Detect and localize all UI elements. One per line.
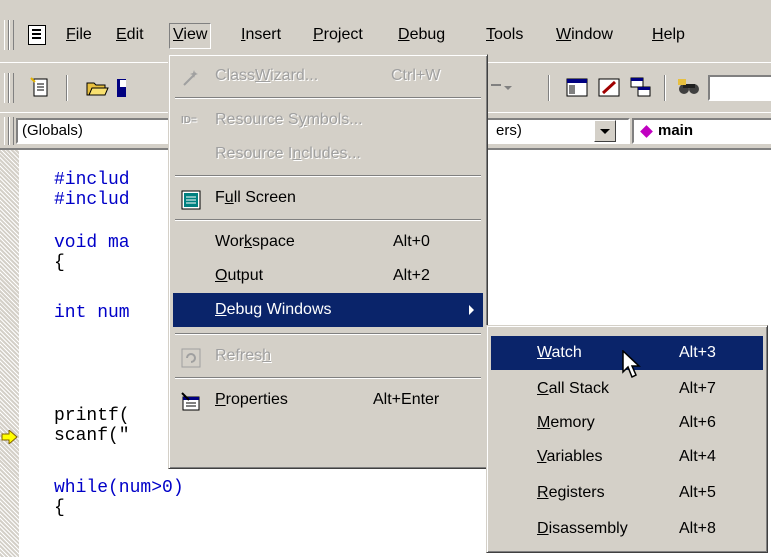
save-icon[interactable] [114, 75, 126, 101]
menu-item-label: Refresh [215, 347, 272, 364]
code-line-7: int num [54, 303, 130, 323]
toolbar-separator-3 [664, 75, 666, 101]
menu-item-output[interactable]: Output Alt+2 [173, 259, 483, 293]
submenu-item-registers[interactable]: Registers Alt+5 [491, 476, 763, 510]
output-window-icon[interactable] [596, 75, 622, 101]
dropdown-arrow-icon[interactable] [490, 75, 516, 101]
menu-item-resource-symbols[interactable]: ID= Resource Symbols... [173, 103, 483, 137]
menu-edit[interactable]: Edit [113, 24, 147, 48]
document-system-icon[interactable] [28, 25, 46, 45]
submenu-item-shortcut: Alt+4 [679, 448, 716, 465]
menu-item-properties[interactable]: Properties Alt+Enter [173, 383, 483, 417]
toolbar-grip-2[interactable] [9, 73, 14, 103]
menu-item-label: Full Screen [215, 189, 296, 206]
function-diamond-icon [640, 125, 653, 138]
classwizard-wand-icon [181, 67, 201, 87]
menu-item-label: Workspace [215, 233, 295, 250]
workspace-window-icon[interactable] [564, 75, 590, 101]
menu-item-shortcut: Alt+2 [393, 267, 430, 284]
menu-debug[interactable]: Debug [395, 24, 448, 48]
resource-id-icon: ID= [181, 115, 197, 126]
submenu-item-label: Watch [537, 344, 582, 361]
code-line-14: while(num>0) [54, 478, 184, 498]
code-line-4: void ma [54, 233, 130, 253]
menu-item-full-screen[interactable]: Full Screen [173, 181, 483, 215]
menu-separator [175, 97, 481, 99]
toolbar-separator [66, 75, 68, 101]
submenu-item-shortcut: Alt+5 [679, 484, 716, 501]
members-dropdown-button[interactable] [594, 120, 616, 142]
menu-help[interactable]: Help [649, 24, 688, 48]
submenu-item-label: Call Stack [537, 380, 610, 397]
menu-project[interactable]: Project [310, 24, 366, 48]
code-line-11: printf( [54, 406, 130, 426]
code-line-2: #includ [54, 190, 130, 210]
editor-gutter[interactable] [0, 150, 19, 557]
menu-item-shortcut: Ctrl+W [391, 67, 441, 84]
submenu-arrow-icon [469, 305, 474, 315]
current-statement-arrow-icon [1, 428, 19, 446]
menu-view[interactable]: View [169, 23, 212, 49]
menu-bar: File Edit View Insert Project Debug Tool… [0, 14, 771, 56]
submenu-item-shortcut: Alt+6 [679, 414, 716, 431]
menu-separator [175, 175, 481, 177]
new-text-file-icon[interactable] [28, 75, 54, 101]
submenu-item-disassembly[interactable]: Disassembly Alt+8 [491, 512, 763, 546]
menu-item-workspace[interactable]: Workspace Alt+0 [173, 225, 483, 259]
menu-insert[interactable]: Insert [238, 24, 284, 48]
menu-item-label: Output [215, 267, 264, 284]
submenu-item-shortcut: Alt+7 [679, 380, 716, 397]
code-line-1: #includ [54, 170, 130, 190]
code-line-12: scanf(" [54, 426, 130, 446]
menu-separator [175, 219, 481, 221]
menu-item-label: Properties [215, 391, 288, 408]
function-combo[interactable]: main [632, 118, 771, 144]
menu-item-shortcut: Alt+Enter [373, 391, 440, 408]
submenu-item-label: Variables [537, 448, 603, 465]
open-folder-icon[interactable] [84, 75, 110, 101]
find-in-files-icon[interactable] [676, 75, 702, 101]
function-combo-value: main [658, 122, 694, 139]
menu-item-label: Resource Symbols... [215, 111, 363, 128]
code-line-15: { [54, 498, 65, 518]
submenu-item-label: Memory [537, 414, 595, 431]
menu-item-label: ClassWizard... [215, 67, 319, 84]
menu-item-shortcut: Alt+0 [393, 233, 430, 250]
properties-icon [181, 391, 201, 411]
wizardbar-grip-2[interactable] [9, 117, 14, 145]
menubar-grip-2[interactable] [9, 20, 14, 50]
mouse-pointer-icon [622, 349, 644, 380]
submenu-item-shortcut: Alt+8 [679, 520, 716, 537]
window-list-icon[interactable] [628, 75, 654, 101]
refresh-icon [181, 347, 201, 368]
code-line-5: { [54, 253, 65, 273]
menu-tools[interactable]: Tools [483, 24, 526, 48]
full-screen-icon [181, 189, 201, 210]
menu-file[interactable]: File [63, 24, 95, 48]
find-combo[interactable] [708, 75, 771, 101]
class-combo-value: (Globals) [22, 122, 83, 139]
members-combo-value: ers) [496, 122, 522, 139]
submenu-item-label: Disassembly [537, 520, 628, 537]
submenu-item-memory[interactable]: Memory Alt+6 [491, 406, 763, 440]
menu-item-label: Debug Windows [215, 301, 332, 318]
submenu-item-variables[interactable]: Variables Alt+4 [491, 440, 763, 474]
view-menu-dropdown: ClassWizard... Ctrl+W ID= Resource Symbo… [168, 54, 488, 469]
menu-item-debug-windows[interactable]: Debug Windows [173, 293, 483, 327]
submenu-item-label: Registers [537, 484, 605, 501]
menu-separator [175, 377, 481, 379]
menu-window[interactable]: Window [553, 24, 616, 48]
menu-separator [175, 333, 481, 335]
menu-item-label: Resource Includes... [215, 145, 361, 162]
menu-item-resource-includes[interactable]: Resource Includes... [173, 137, 483, 171]
submenu-item-shortcut: Alt+3 [679, 344, 716, 361]
menu-item-classwizard[interactable]: ClassWizard... Ctrl+W [173, 59, 483, 93]
toolbar-separator-2 [548, 75, 550, 101]
class-combo[interactable]: (Globals) [16, 118, 176, 144]
menu-item-refresh[interactable]: Refresh [173, 339, 483, 373]
